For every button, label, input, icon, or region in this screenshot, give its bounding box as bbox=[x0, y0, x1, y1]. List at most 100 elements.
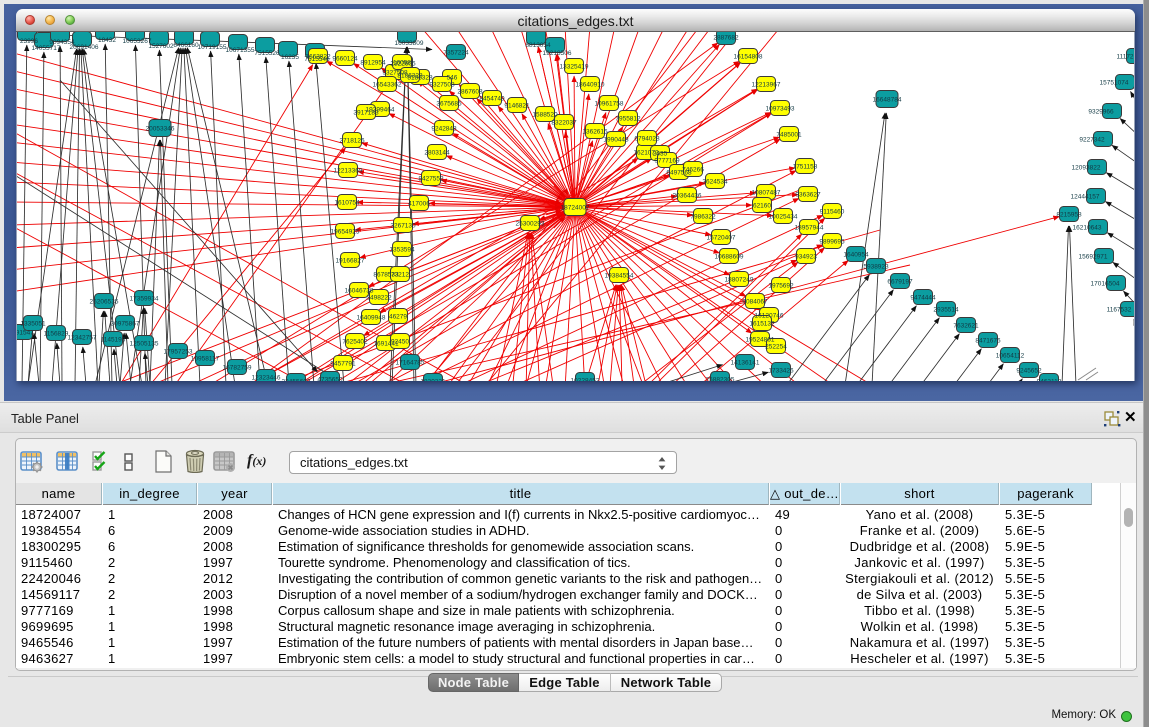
svg-text:23996: 23996 bbox=[20, 38, 38, 45]
svg-text:9660124: 9660124 bbox=[332, 56, 358, 63]
svg-text:16154808: 16154808 bbox=[734, 54, 763, 61]
svg-text:73212: 73212 bbox=[391, 272, 409, 279]
svg-text:10025434: 10025434 bbox=[769, 214, 798, 221]
svg-text:7663822: 7663822 bbox=[305, 54, 331, 61]
svg-text:9777169: 9777169 bbox=[654, 158, 680, 165]
svg-text:17359934: 17359934 bbox=[130, 296, 159, 303]
svg-text:1975692: 1975692 bbox=[768, 283, 794, 290]
svg-text:8322037: 8322037 bbox=[551, 120, 577, 127]
svg-text:22455603: 22455603 bbox=[282, 379, 311, 382]
svg-text:8186328: 8186328 bbox=[397, 73, 423, 80]
svg-text:92450: 92450 bbox=[391, 339, 409, 346]
svg-text:16235: 16235 bbox=[281, 54, 299, 61]
svg-text:1615132: 1615132 bbox=[749, 321, 775, 328]
svg-text:16543362: 16543362 bbox=[373, 82, 402, 89]
svg-text:16648784: 16648784 bbox=[873, 97, 902, 104]
svg-text:746266: 746266 bbox=[682, 167, 704, 174]
svg-text:7986322: 7986322 bbox=[690, 214, 716, 221]
svg-text:18640910: 18640910 bbox=[576, 82, 605, 89]
svg-text:12444157: 12444157 bbox=[1071, 194, 1100, 201]
svg-text:3267130: 3267130 bbox=[390, 223, 416, 230]
svg-text:9474444: 9474444 bbox=[910, 295, 936, 302]
svg-text:16033809: 16033809 bbox=[395, 40, 424, 47]
svg-text:18807249: 18807249 bbox=[725, 277, 754, 284]
svg-text:8215958: 8215958 bbox=[1056, 212, 1082, 219]
svg-text:16046738: 16046738 bbox=[345, 288, 374, 295]
svg-text:18432: 18432 bbox=[98, 37, 116, 44]
svg-text:20691406: 20691406 bbox=[70, 44, 99, 51]
svg-text:1167532: 1167532 bbox=[1107, 307, 1132, 314]
svg-text:14055717: 14055717 bbox=[32, 45, 61, 52]
svg-text:6679197: 6679197 bbox=[887, 279, 913, 286]
svg-text:1588520: 1588520 bbox=[532, 112, 558, 119]
svg-text:11172: 11172 bbox=[1116, 54, 1133, 61]
svg-text:46279: 46279 bbox=[389, 314, 407, 321]
svg-text:9329966: 9329966 bbox=[1088, 109, 1114, 116]
svg-text:7632621: 7632621 bbox=[953, 323, 979, 330]
svg-text:7515526: 7515526 bbox=[254, 50, 280, 57]
svg-text:3675685: 3675685 bbox=[436, 101, 462, 108]
svg-text:10807487: 10807487 bbox=[752, 190, 781, 197]
svg-text:9463112: 9463112 bbox=[1037, 379, 1062, 382]
svg-text:20053346: 20053346 bbox=[146, 126, 175, 133]
svg-text:7357224: 7357224 bbox=[443, 50, 469, 57]
svg-text:17016504: 17016504 bbox=[1091, 281, 1120, 288]
svg-text:417006: 417006 bbox=[408, 201, 430, 208]
svg-text:1527602: 1527602 bbox=[148, 43, 174, 50]
svg-text:8813054: 8813054 bbox=[525, 42, 551, 49]
svg-text:7955812: 7955812 bbox=[615, 116, 641, 123]
svg-text:1610754: 1610754 bbox=[334, 200, 360, 207]
svg-text:12213369: 12213369 bbox=[334, 168, 363, 175]
svg-text:2435: 2435 bbox=[653, 151, 668, 158]
svg-text:12505135: 12505135 bbox=[130, 341, 159, 348]
svg-text:26206535: 26206535 bbox=[90, 299, 119, 306]
svg-text:6466160: 6466160 bbox=[173, 42, 199, 49]
svg-text:12323446: 12323446 bbox=[252, 375, 281, 382]
svg-text:16058: 16058 bbox=[393, 60, 411, 67]
svg-text:9146821: 9146821 bbox=[504, 103, 530, 110]
svg-text:19218506: 19218506 bbox=[543, 50, 572, 57]
svg-text:1839221: 1839221 bbox=[420, 379, 446, 382]
svg-text:8427552: 8427552 bbox=[418, 176, 444, 183]
svg-text:17164785: 17164785 bbox=[396, 360, 425, 367]
svg-text:3917183: 3917183 bbox=[353, 110, 379, 117]
svg-text:10228452: 10228452 bbox=[571, 378, 600, 382]
svg-text:10654112: 10654112 bbox=[996, 353, 1025, 360]
svg-text:10958117: 10958117 bbox=[191, 356, 220, 363]
svg-text:1751158: 1751158 bbox=[793, 164, 818, 171]
svg-text:10719155: 10719155 bbox=[198, 44, 227, 51]
svg-text:30975867: 30975867 bbox=[111, 321, 140, 328]
svg-text:16120746: 16120746 bbox=[755, 313, 784, 320]
svg-text:4735650: 4735650 bbox=[317, 377, 343, 382]
svg-text:9245652: 9245652 bbox=[1016, 368, 1042, 375]
svg-text:1640954: 1640954 bbox=[843, 252, 869, 259]
svg-text:9899695: 9899695 bbox=[819, 239, 845, 246]
svg-text:1362615: 1362615 bbox=[582, 129, 608, 136]
svg-text:3498222: 3498222 bbox=[366, 295, 392, 302]
svg-text:62160: 62160 bbox=[753, 203, 771, 210]
svg-text:3624534: 3624534 bbox=[702, 179, 728, 186]
svg-text:2935514: 2935514 bbox=[933, 307, 959, 314]
svg-text:16782759: 16782759 bbox=[223, 365, 252, 372]
svg-text:5938923: 5938923 bbox=[863, 264, 889, 271]
svg-text:17957253: 17957253 bbox=[164, 349, 193, 356]
svg-text:1145193: 1145193 bbox=[101, 337, 126, 344]
svg-text:7485001: 7485001 bbox=[776, 132, 802, 139]
svg-text:8471676: 8471676 bbox=[975, 338, 1001, 345]
svg-text:16409948: 16409948 bbox=[357, 315, 386, 322]
svg-text:15692971: 15692971 bbox=[1079, 254, 1108, 261]
svg-text:546: 546 bbox=[447, 75, 458, 82]
svg-text:12093822: 12093822 bbox=[1072, 165, 1101, 172]
svg-text:25882305: 25882305 bbox=[706, 377, 735, 382]
svg-text:1335051: 1335051 bbox=[20, 321, 46, 328]
svg-text:12342757: 12342757 bbox=[68, 335, 97, 342]
svg-text:8454749: 8454749 bbox=[479, 96, 505, 103]
svg-text:10688609: 10688609 bbox=[715, 254, 744, 261]
svg-text:19166827: 19166827 bbox=[336, 258, 365, 265]
svg-text:391547: 391547 bbox=[17, 330, 34, 337]
svg-text:6794028: 6794028 bbox=[634, 136, 660, 143]
svg-text:15720407: 15720407 bbox=[707, 235, 736, 242]
svg-text:1353594: 1353594 bbox=[389, 247, 415, 254]
svg-text:9457791: 9457791 bbox=[330, 361, 356, 368]
svg-text:9115460: 9115460 bbox=[820, 209, 845, 216]
